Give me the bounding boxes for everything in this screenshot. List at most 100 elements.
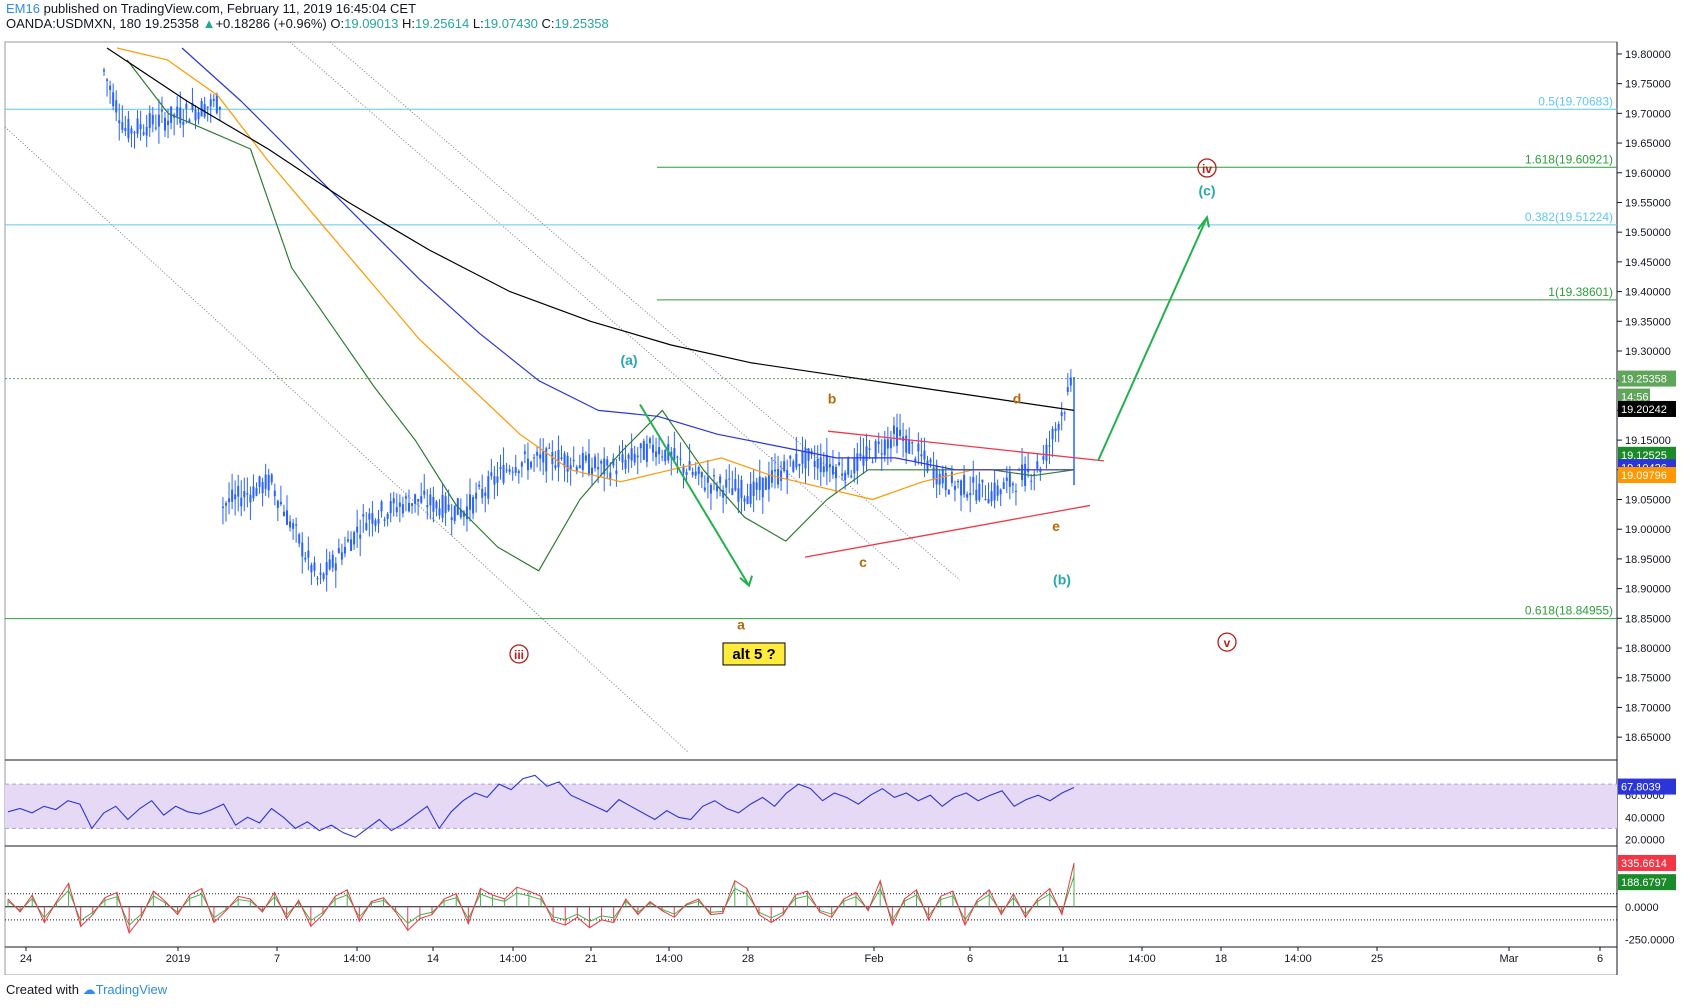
time-tick-label: 14 (427, 953, 439, 965)
candle-body (218, 106, 221, 110)
candle-body (1014, 491, 1017, 493)
wave-label: v (1224, 636, 1231, 650)
candle-body (423, 490, 426, 495)
candle-body (1008, 472, 1011, 487)
candle-body (780, 470, 783, 481)
candle-body (493, 476, 496, 485)
candle-body (517, 471, 520, 474)
candle-body (1048, 445, 1051, 447)
time-tick-label: 21 (585, 953, 597, 965)
candle-body (499, 466, 502, 470)
candle-body (795, 453, 798, 468)
candle-body (176, 106, 179, 117)
candle-body (374, 520, 377, 526)
chart-frame (4, 41, 1618, 975)
candle-body (389, 501, 392, 514)
candle-body (996, 485, 999, 496)
candle-body (975, 489, 978, 501)
candle-body (859, 453, 862, 457)
candle-body (899, 429, 902, 436)
candle-body (328, 559, 331, 570)
candle-body (856, 453, 859, 471)
time-tick-label: 11 (1057, 953, 1068, 965)
candle-body (627, 454, 630, 459)
wave-label: e (1052, 518, 1060, 534)
candle-body (404, 496, 407, 499)
price-tag-text: 19.25358 (1621, 374, 1667, 386)
price-tick-label: 19.15000 (1625, 435, 1671, 447)
candle-body (502, 465, 505, 483)
candle-body (127, 118, 130, 139)
candle-body (953, 485, 956, 491)
candle-body (179, 107, 182, 124)
candle-body (377, 518, 380, 524)
candle-body (719, 476, 722, 483)
wave-label: c (859, 554, 867, 570)
wave-label: (b) (1053, 572, 1071, 588)
candle-body (441, 494, 444, 519)
candle-body (929, 459, 932, 463)
candle-body (380, 501, 383, 512)
candle-body (792, 461, 795, 472)
candle-body (685, 471, 688, 476)
candle-body (450, 517, 453, 521)
candle-body (310, 564, 313, 573)
candle-body (130, 128, 133, 134)
candle-body (850, 475, 853, 478)
rsi-tick-label: 20.0000 (1625, 834, 1665, 846)
candle-body (581, 453, 584, 471)
candle-body (1005, 477, 1008, 482)
time-axis: 24 2019 7 14:00 14 14:00 21 14:00 28 Feb 6 11 14:00 1… (20, 947, 1603, 965)
candle-body (731, 488, 734, 495)
candle-body (340, 552, 343, 560)
wave-label: (c) (1198, 183, 1215, 199)
candle-body (798, 463, 801, 467)
candle-body (575, 467, 578, 472)
candle-body (694, 471, 697, 476)
candle-body (139, 124, 142, 130)
candle-body (231, 489, 234, 502)
candle-body (496, 476, 499, 483)
candle-body (871, 461, 874, 463)
candle-body (371, 513, 374, 524)
chart-canvas[interactable]: 0.5(19.70683) 1.618(19.60921) 0.382(19.512… (0, 0, 1690, 975)
candle-body (908, 440, 911, 454)
candle-body (472, 497, 475, 514)
candle-body (600, 461, 603, 464)
candle-body (368, 513, 371, 520)
candle-body (536, 451, 539, 456)
price-tick-label: 19.70000 (1625, 108, 1671, 120)
fib-level-label: 1.618(19.60921) (1525, 152, 1613, 166)
fib-level-label: 0.382(19.51224) (1525, 210, 1613, 224)
wave-label: iv (1202, 162, 1212, 176)
candle-body (621, 454, 624, 463)
candle-body (438, 508, 441, 516)
time-tick-label: 24 (20, 953, 32, 965)
candle-body (359, 534, 362, 539)
candle-body (392, 498, 395, 504)
candle-body (420, 496, 423, 503)
candle-body (1069, 377, 1072, 386)
candle-body (533, 457, 536, 459)
candle-body (118, 120, 121, 124)
candle-body (877, 441, 880, 445)
candle-body (725, 479, 728, 488)
candle-body (444, 496, 447, 514)
candle-body (1042, 456, 1045, 460)
candle-body (109, 85, 112, 90)
candle-body (639, 443, 642, 449)
wave-label: b (828, 391, 837, 407)
candle-body (1045, 444, 1048, 461)
candle-body (737, 488, 740, 502)
candle-body (990, 491, 993, 502)
candle-body (255, 488, 258, 496)
candle-body (728, 478, 731, 480)
candle-body (142, 132, 145, 135)
candle-body (154, 127, 157, 129)
tradingview-brand[interactable]: TradingView (96, 982, 168, 997)
candle-body (594, 456, 597, 469)
price-tick-label: 19.65000 (1625, 138, 1671, 150)
candle-body (1051, 428, 1054, 440)
candle-body (661, 456, 664, 458)
candle-body (212, 98, 215, 101)
